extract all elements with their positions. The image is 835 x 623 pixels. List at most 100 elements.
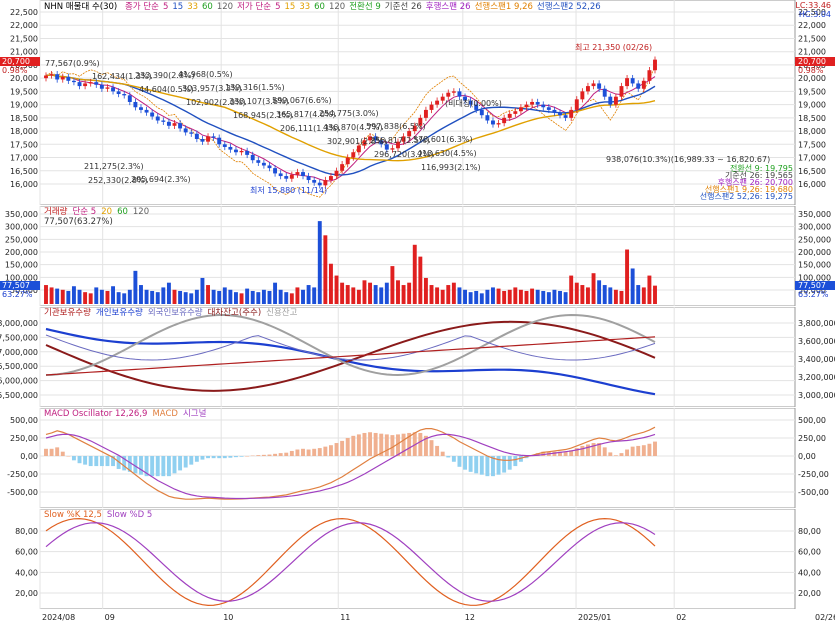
volume-bar xyxy=(267,290,272,304)
price-panel[interactable]: 22,500 22,500 22,000 22,000 21,500 21,500 21,0… xyxy=(0,0,835,205)
stoch-tick-right: 80,00 xyxy=(798,527,821,536)
price-legend-item[interactable]: 15 xyxy=(172,2,183,12)
price-tick-right: 22,000 xyxy=(798,21,826,30)
price-legend-item[interactable]: 33 xyxy=(187,2,198,12)
price-legend: NHN 매물대 수(30) 종가 단순 5 15 33 60 120 저가 단순 5 15 33 6… xyxy=(44,2,605,12)
price-tick-left: 17,000 xyxy=(10,154,38,163)
price-legend-item[interactable]: 120 xyxy=(329,2,345,12)
investor-panel[interactable]: 18,000,000 17,500,000 17,000,000 16,500,000… xyxy=(0,307,835,407)
volume-legend-item[interactable]: 단순 5 xyxy=(72,207,96,217)
price-tick-left: 22,500 xyxy=(10,8,38,17)
volume-bar xyxy=(206,285,210,304)
macd-oscillator-bar xyxy=(625,449,630,456)
volume-legend-item[interactable]: 20 xyxy=(101,207,112,217)
volume-legend-item[interactable]: 120 xyxy=(133,207,149,217)
macd-oscillator-bar xyxy=(66,456,71,457)
volume-legend-item[interactable]: 거래량 xyxy=(44,207,67,217)
volume-bar xyxy=(647,275,652,304)
macd-legend-item[interactable]: MACD Oscillator 12,26,9 xyxy=(44,409,147,419)
macd-tick-right: 500,00 xyxy=(798,416,826,425)
volume-sub-label: 77,507(63.27%) xyxy=(44,217,113,227)
macd-legend-item[interactable]: 시그널 xyxy=(183,409,206,419)
candle-body xyxy=(507,113,512,118)
volume-bar xyxy=(418,256,423,304)
volume-bar xyxy=(155,292,160,304)
current-price-left: 20,700 xyxy=(2,57,30,66)
volume-bar xyxy=(200,277,205,304)
macd-oscillator-bar xyxy=(239,456,244,457)
macd-panel[interactable]: 500,00 500,00 250,00 250,00 0,00 0,00 -250,00 -… xyxy=(0,408,835,508)
price-legend-item[interactable]: 기준선 26 xyxy=(385,2,422,12)
stoch-legend-item[interactable]: Slow %D 5 xyxy=(107,510,152,520)
price-legend-item[interactable]: 60 xyxy=(314,2,325,12)
macd-chart[interactable]: 500,00 500,00 250,00 250,00 0,00 0,00 -250,00 -… xyxy=(0,408,835,508)
volume-bar xyxy=(116,292,121,304)
investor-legend-item[interactable]: 신용잔고 xyxy=(266,308,297,318)
price-legend-item[interactable]: 후행스팬 26 xyxy=(426,2,471,12)
price-legend-item[interactable]: 60 xyxy=(202,2,213,12)
investor-chart[interactable]: 18,000,000 17,500,000 17,000,000 16,500,000… xyxy=(0,307,835,407)
price-legend-item[interactable]: 120 xyxy=(217,2,233,12)
candle-body xyxy=(524,104,529,108)
price-tick-right: 17,500 xyxy=(798,140,826,149)
macd-legend-item[interactable]: MACD xyxy=(152,409,177,419)
volume-tick-left: 200,000 xyxy=(5,248,38,257)
volume-bar xyxy=(496,288,501,304)
price-legend-item[interactable]: 종가 단순 xyxy=(125,2,159,12)
candle-body xyxy=(580,91,585,100)
investor-tick-right: 3,000,000 xyxy=(798,391,835,400)
volume-bar xyxy=(178,290,183,304)
price-legend-item[interactable]: 5 xyxy=(275,2,280,12)
macd-oscillator-bar xyxy=(49,448,54,456)
volume-bar xyxy=(334,275,339,304)
price-legend-item[interactable]: 저가 단순 xyxy=(237,2,271,12)
price-chart[interactable]: 22,500 22,50022,000 22,00021,500 21,50021,0… xyxy=(0,0,835,205)
investor-legend-item[interactable]: 개인보유수량 xyxy=(96,308,143,318)
volume-tick-left: 250,000 xyxy=(5,235,38,244)
macd-oscillator-bar xyxy=(172,456,177,474)
price-legend-item[interactable]: 전환선 9 xyxy=(349,2,381,12)
investor-legend-item[interactable]: 기관보유수량 xyxy=(44,308,91,318)
volume-legend-item[interactable]: 60 xyxy=(117,207,128,217)
macd-oscillator-bar xyxy=(485,456,490,477)
price-legend-item[interactable]: 선행스팬1 9,26 xyxy=(475,2,533,12)
macd-oscillator-bar xyxy=(608,452,613,456)
price-legend-item[interactable]: 5 xyxy=(163,2,168,12)
candle-body xyxy=(194,133,199,140)
price-tick-right: 18,000 xyxy=(798,127,826,136)
investor-legend-item[interactable]: 대차잔고(주수) xyxy=(208,308,262,318)
macd-oscillator-bar xyxy=(71,456,76,461)
candle-body xyxy=(178,123,183,129)
candle-body xyxy=(423,109,428,118)
volume-legend: 거래량 단순 5 20 60 120 xyxy=(44,207,154,217)
volume-chart[interactable]: 350,000 350,000 300,000 300,000 250,000 250,0… xyxy=(0,206,835,306)
candle-body xyxy=(189,132,194,134)
volume-bar xyxy=(356,289,361,304)
candle-body xyxy=(351,152,356,158)
price-legend-item[interactable]: 15 xyxy=(284,2,295,12)
candle-body xyxy=(222,144,227,147)
price-tick-right: 21,000 xyxy=(798,48,826,57)
stoch-tick-right: 20,00 xyxy=(798,589,821,598)
investor-legend-item[interactable]: 외국인보유수량 xyxy=(148,308,203,318)
candle-body xyxy=(653,59,657,71)
stoch-panel[interactable]: 80,00 80,00 60,00 60,00 40,00 40,00 20,00 20,00… xyxy=(0,509,835,609)
investor-legend: 기관보유수량 개인보유수량 외국인보유수량 대차잔고(주수) 신용잔고 xyxy=(44,308,302,318)
symbol-label[interactable]: NHN 매물대 수(30) xyxy=(44,2,117,12)
volume-bar xyxy=(569,275,574,304)
volume-panel[interactable]: 350,000 350,000 300,000 300,000 250,000 250,0… xyxy=(0,206,835,306)
price-legend-item[interactable]: 33 xyxy=(299,2,310,12)
volume-bar xyxy=(463,289,467,304)
macd-oscillator-bar xyxy=(513,456,518,467)
volume-bar xyxy=(77,289,82,304)
candle-body xyxy=(172,123,177,126)
candle-body xyxy=(479,109,484,116)
macd-oscillator-bar xyxy=(502,456,507,473)
stoch-legend-item[interactable]: Slow %K 12,5 xyxy=(44,510,102,520)
price-legend-item[interactable]: 선행스팬2 52,26 xyxy=(537,2,601,12)
macd-oscillator-bar xyxy=(139,456,143,475)
price-tick-right: 17,000 xyxy=(798,154,826,163)
stoch-chart[interactable]: 80,00 80,00 60,00 60,00 40,00 40,00 20,00 20,00 xyxy=(0,509,835,609)
candle-body xyxy=(278,173,283,177)
volume-bar xyxy=(150,290,155,304)
